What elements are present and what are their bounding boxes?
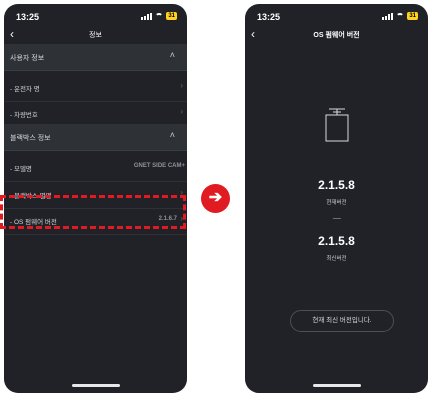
status-time: 13:25: [257, 12, 281, 22]
highlight-box: [0, 195, 186, 229]
home-indicator: [71, 384, 120, 387]
latest-version: 2.1.5.8: [318, 234, 355, 248]
chevron-right-icon: ›: [180, 107, 183, 116]
current-version: 2.1.5.8: [318, 178, 355, 192]
signal-icon: [382, 12, 394, 20]
latest-version-caption: 최신버전: [326, 256, 347, 262]
current-version-caption: 현재버전: [326, 200, 347, 206]
signal-icon: [141, 12, 153, 20]
nav-bar: ‹ OS 펌웨어 버전: [245, 26, 428, 44]
section-title: 사용자 정보: [10, 55, 45, 62]
divider: [333, 218, 341, 219]
dashcam-icon: [325, 108, 349, 142]
system-icons: 31: [141, 12, 177, 20]
row-label: - 운전자 명: [10, 86, 40, 93]
wifi-icon: [396, 13, 405, 19]
page-title: 정보: [89, 32, 102, 39]
battery-icon: 31: [166, 12, 177, 20]
section-user-info[interactable]: 사용자 정보 ˄: [4, 44, 187, 71]
nav-bar: ‹ 정보: [4, 26, 187, 44]
status-button[interactable]: 현재 최신 버전입니다.: [290, 310, 394, 332]
battery-icon: 31: [407, 12, 418, 20]
right-phone-screen: 13:25 31 ‹ OS 펌웨어 버전 2.1.5.8 현재버전 2.1.5.…: [245, 4, 428, 393]
status-bar: 13:25 31: [4, 4, 187, 26]
home-indicator: [312, 384, 361, 387]
system-icons: 31: [382, 12, 418, 20]
wifi-icon: [155, 13, 164, 19]
section-blackbox-info[interactable]: 블랙박스 정보 ˄: [4, 124, 187, 151]
page-title: OS 펌웨어 버전: [313, 32, 360, 39]
row-value: GNET SIDE CAM+: [133, 163, 185, 169]
chevron-up-icon[interactable]: ˄: [170, 50, 175, 60]
status-time: 13:25: [16, 12, 40, 22]
row-label: - 차량번호: [10, 112, 38, 119]
section-title: 블랙박스 정보: [10, 135, 51, 142]
chevron-right-icon: ›: [180, 81, 183, 90]
chevron-up-icon[interactable]: ˄: [170, 130, 175, 140]
row-label: - 모델명: [10, 166, 32, 173]
status-bar: 13:25 31: [245, 4, 428, 26]
arrow-right-circle-icon: ➔: [201, 184, 230, 213]
